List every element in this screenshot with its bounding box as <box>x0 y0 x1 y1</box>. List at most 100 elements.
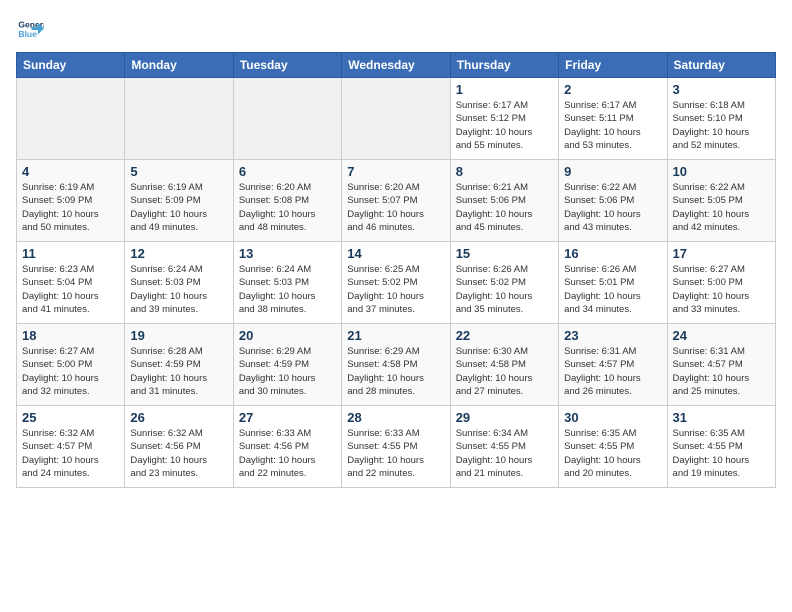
day-info: Sunrise: 6:24 AMSunset: 5:03 PMDaylight:… <box>130 263 227 316</box>
calendar-day-cell: 21Sunrise: 6:29 AMSunset: 4:58 PMDayligh… <box>342 324 450 406</box>
day-info: Sunrise: 6:32 AMSunset: 4:56 PMDaylight:… <box>130 427 227 480</box>
day-header-saturday: Saturday <box>667 53 775 78</box>
calendar-day-cell: 6 Sunrise: 6:20 AMSunset: 5:08 PMDaylight… <box>233 160 341 242</box>
calendar-day-cell: 16 Sunrise: 6:26 AMSunset: 5:01 PMDayligh… <box>559 242 667 324</box>
day-info: Sunrise: 6:22 AMSunset: 5:06 PMDaylight:… <box>564 181 661 234</box>
calendar-day-cell <box>342 78 450 160</box>
day-number: 29 <box>456 410 553 425</box>
day-info: Sunrise: 6:20 AMSunset: 5:08 PMDaylight:… <box>239 181 336 234</box>
calendar-day-cell: 27 Sunrise: 6:33 AMSunset: 4:56 PMDayligh… <box>233 406 341 488</box>
calendar-day-cell <box>17 78 125 160</box>
day-number: 13 <box>239 246 336 261</box>
day-info: Sunrise: 6:29 AMSunset: 4:58 PMDaylight:… <box>347 345 444 398</box>
day-info: Sunrise: 6:21 AMSunset: 5:06 PMDaylight:… <box>456 181 553 234</box>
day-info: Sunrise: 6:35 AMSunset: 4:55 PMDaylight:… <box>564 427 661 480</box>
day-info: Sunrise: 6:24 AMSunset: 5:03 PMDaylight:… <box>239 263 336 316</box>
day-info: Sunrise: 6:26 AMSunset: 5:02 PMDaylight:… <box>456 263 553 316</box>
day-number: 1 <box>456 82 553 97</box>
day-number: 26 <box>130 410 227 425</box>
day-info: Sunrise: 6:17 AMSunset: 5:12 PMDaylight:… <box>456 99 553 152</box>
day-header-friday: Friday <box>559 53 667 78</box>
day-number: 31 <box>673 410 770 425</box>
calendar-day-cell: 30 Sunrise: 6:35 AMSunset: 4:55 PMDayligh… <box>559 406 667 488</box>
page-header: General Blue <box>16 16 776 44</box>
day-header-sunday: Sunday <box>17 53 125 78</box>
day-info: Sunrise: 6:19 AMSunset: 5:09 PMDaylight:… <box>22 181 119 234</box>
calendar-day-cell: 17 Sunrise: 6:27 AMSunset: 5:00 PMDayligh… <box>667 242 775 324</box>
calendar-day-cell: 11 Sunrise: 6:23 AMSunset: 5:04 PMDayligh… <box>17 242 125 324</box>
day-number: 3 <box>673 82 770 97</box>
calendar-day-cell <box>125 78 233 160</box>
day-number: 23 <box>564 328 661 343</box>
day-info: Sunrise: 6:32 AMSunset: 4:57 PMDaylight:… <box>22 427 119 480</box>
calendar-day-cell: 18Sunrise: 6:27 AMSunset: 5:00 PMDayligh… <box>17 324 125 406</box>
day-info: Sunrise: 6:35 AMSunset: 4:55 PMDaylight:… <box>673 427 770 480</box>
calendar-day-cell: 22 Sunrise: 6:30 AMSunset: 4:58 PMDayligh… <box>450 324 558 406</box>
day-number: 22 <box>456 328 553 343</box>
calendar-day-cell: 8Sunrise: 6:21 AMSunset: 5:06 PMDaylight… <box>450 160 558 242</box>
day-number: 9 <box>564 164 661 179</box>
day-number: 30 <box>564 410 661 425</box>
calendar-day-cell: 14Sunrise: 6:25 AMSunset: 5:02 PMDayligh… <box>342 242 450 324</box>
calendar-week-row: 1 Sunrise: 6:17 AMSunset: 5:12 PMDaylight… <box>17 78 776 160</box>
day-number: 5 <box>130 164 227 179</box>
day-number: 14 <box>347 246 444 261</box>
calendar-day-cell: 15 Sunrise: 6:26 AMSunset: 5:02 PMDayligh… <box>450 242 558 324</box>
logo-icon: General Blue <box>16 16 44 44</box>
calendar-day-cell: 2 Sunrise: 6:17 AMSunset: 5:11 PMDaylight… <box>559 78 667 160</box>
day-info: Sunrise: 6:23 AMSunset: 5:04 PMDaylight:… <box>22 263 119 316</box>
calendar-table: SundayMondayTuesdayWednesdayThursdayFrid… <box>16 52 776 488</box>
day-number: 4 <box>22 164 119 179</box>
day-info: Sunrise: 6:31 AMSunset: 4:57 PMDaylight:… <box>564 345 661 398</box>
day-number: 7 <box>347 164 444 179</box>
day-header-thursday: Thursday <box>450 53 558 78</box>
day-number: 17 <box>673 246 770 261</box>
day-number: 12 <box>130 246 227 261</box>
day-number: 25 <box>22 410 119 425</box>
calendar-week-row: 11 Sunrise: 6:23 AMSunset: 5:04 PMDayligh… <box>17 242 776 324</box>
day-number: 2 <box>564 82 661 97</box>
day-number: 11 <box>22 246 119 261</box>
day-number: 15 <box>456 246 553 261</box>
day-info: Sunrise: 6:28 AMSunset: 4:59 PMDaylight:… <box>130 345 227 398</box>
calendar-day-cell: 13 Sunrise: 6:24 AMSunset: 5:03 PMDayligh… <box>233 242 341 324</box>
day-info: Sunrise: 6:20 AMSunset: 5:07 PMDaylight:… <box>347 181 444 234</box>
day-info: Sunrise: 6:34 AMSunset: 4:55 PMDaylight:… <box>456 427 553 480</box>
day-info: Sunrise: 6:17 AMSunset: 5:11 PMDaylight:… <box>564 99 661 152</box>
calendar-day-cell: 26 Sunrise: 6:32 AMSunset: 4:56 PMDayligh… <box>125 406 233 488</box>
calendar-day-cell: 20Sunrise: 6:29 AMSunset: 4:59 PMDayligh… <box>233 324 341 406</box>
day-info: Sunrise: 6:33 AMSunset: 4:55 PMDaylight:… <box>347 427 444 480</box>
day-info: Sunrise: 6:18 AMSunset: 5:10 PMDaylight:… <box>673 99 770 152</box>
day-info: Sunrise: 6:26 AMSunset: 5:01 PMDaylight:… <box>564 263 661 316</box>
calendar-day-cell: 7 Sunrise: 6:20 AMSunset: 5:07 PMDaylight… <box>342 160 450 242</box>
day-header-tuesday: Tuesday <box>233 53 341 78</box>
day-info: Sunrise: 6:19 AMSunset: 5:09 PMDaylight:… <box>130 181 227 234</box>
day-number: 6 <box>239 164 336 179</box>
calendar-day-cell: 25 Sunrise: 6:32 AMSunset: 4:57 PMDayligh… <box>17 406 125 488</box>
calendar-day-cell: 1 Sunrise: 6:17 AMSunset: 5:12 PMDaylight… <box>450 78 558 160</box>
day-number: 18 <box>22 328 119 343</box>
calendar-header-row: SundayMondayTuesdayWednesdayThursdayFrid… <box>17 53 776 78</box>
day-number: 10 <box>673 164 770 179</box>
calendar-day-cell: 31 Sunrise: 6:35 AMSunset: 4:55 PMDayligh… <box>667 406 775 488</box>
day-number: 27 <box>239 410 336 425</box>
day-number: 16 <box>564 246 661 261</box>
day-number: 24 <box>673 328 770 343</box>
day-info: Sunrise: 6:30 AMSunset: 4:58 PMDaylight:… <box>456 345 553 398</box>
calendar-week-row: 4 Sunrise: 6:19 AMSunset: 5:09 PMDaylight… <box>17 160 776 242</box>
day-header-monday: Monday <box>125 53 233 78</box>
calendar-day-cell: 3 Sunrise: 6:18 AMSunset: 5:10 PMDaylight… <box>667 78 775 160</box>
day-info: Sunrise: 6:27 AMSunset: 5:00 PMDaylight:… <box>673 263 770 316</box>
day-header-wednesday: Wednesday <box>342 53 450 78</box>
logo: General Blue <box>16 16 44 44</box>
day-info: Sunrise: 6:33 AMSunset: 4:56 PMDaylight:… <box>239 427 336 480</box>
day-info: Sunrise: 6:31 AMSunset: 4:57 PMDaylight:… <box>673 345 770 398</box>
calendar-day-cell: 4 Sunrise: 6:19 AMSunset: 5:09 PMDaylight… <box>17 160 125 242</box>
calendar-day-cell: 23 Sunrise: 6:31 AMSunset: 4:57 PMDayligh… <box>559 324 667 406</box>
day-number: 19 <box>130 328 227 343</box>
svg-text:Blue: Blue <box>18 29 37 39</box>
calendar-day-cell: 24 Sunrise: 6:31 AMSunset: 4:57 PMDayligh… <box>667 324 775 406</box>
calendar-week-row: 25 Sunrise: 6:32 AMSunset: 4:57 PMDayligh… <box>17 406 776 488</box>
day-info: Sunrise: 6:29 AMSunset: 4:59 PMDaylight:… <box>239 345 336 398</box>
calendar-day-cell: 28Sunrise: 6:33 AMSunset: 4:55 PMDayligh… <box>342 406 450 488</box>
